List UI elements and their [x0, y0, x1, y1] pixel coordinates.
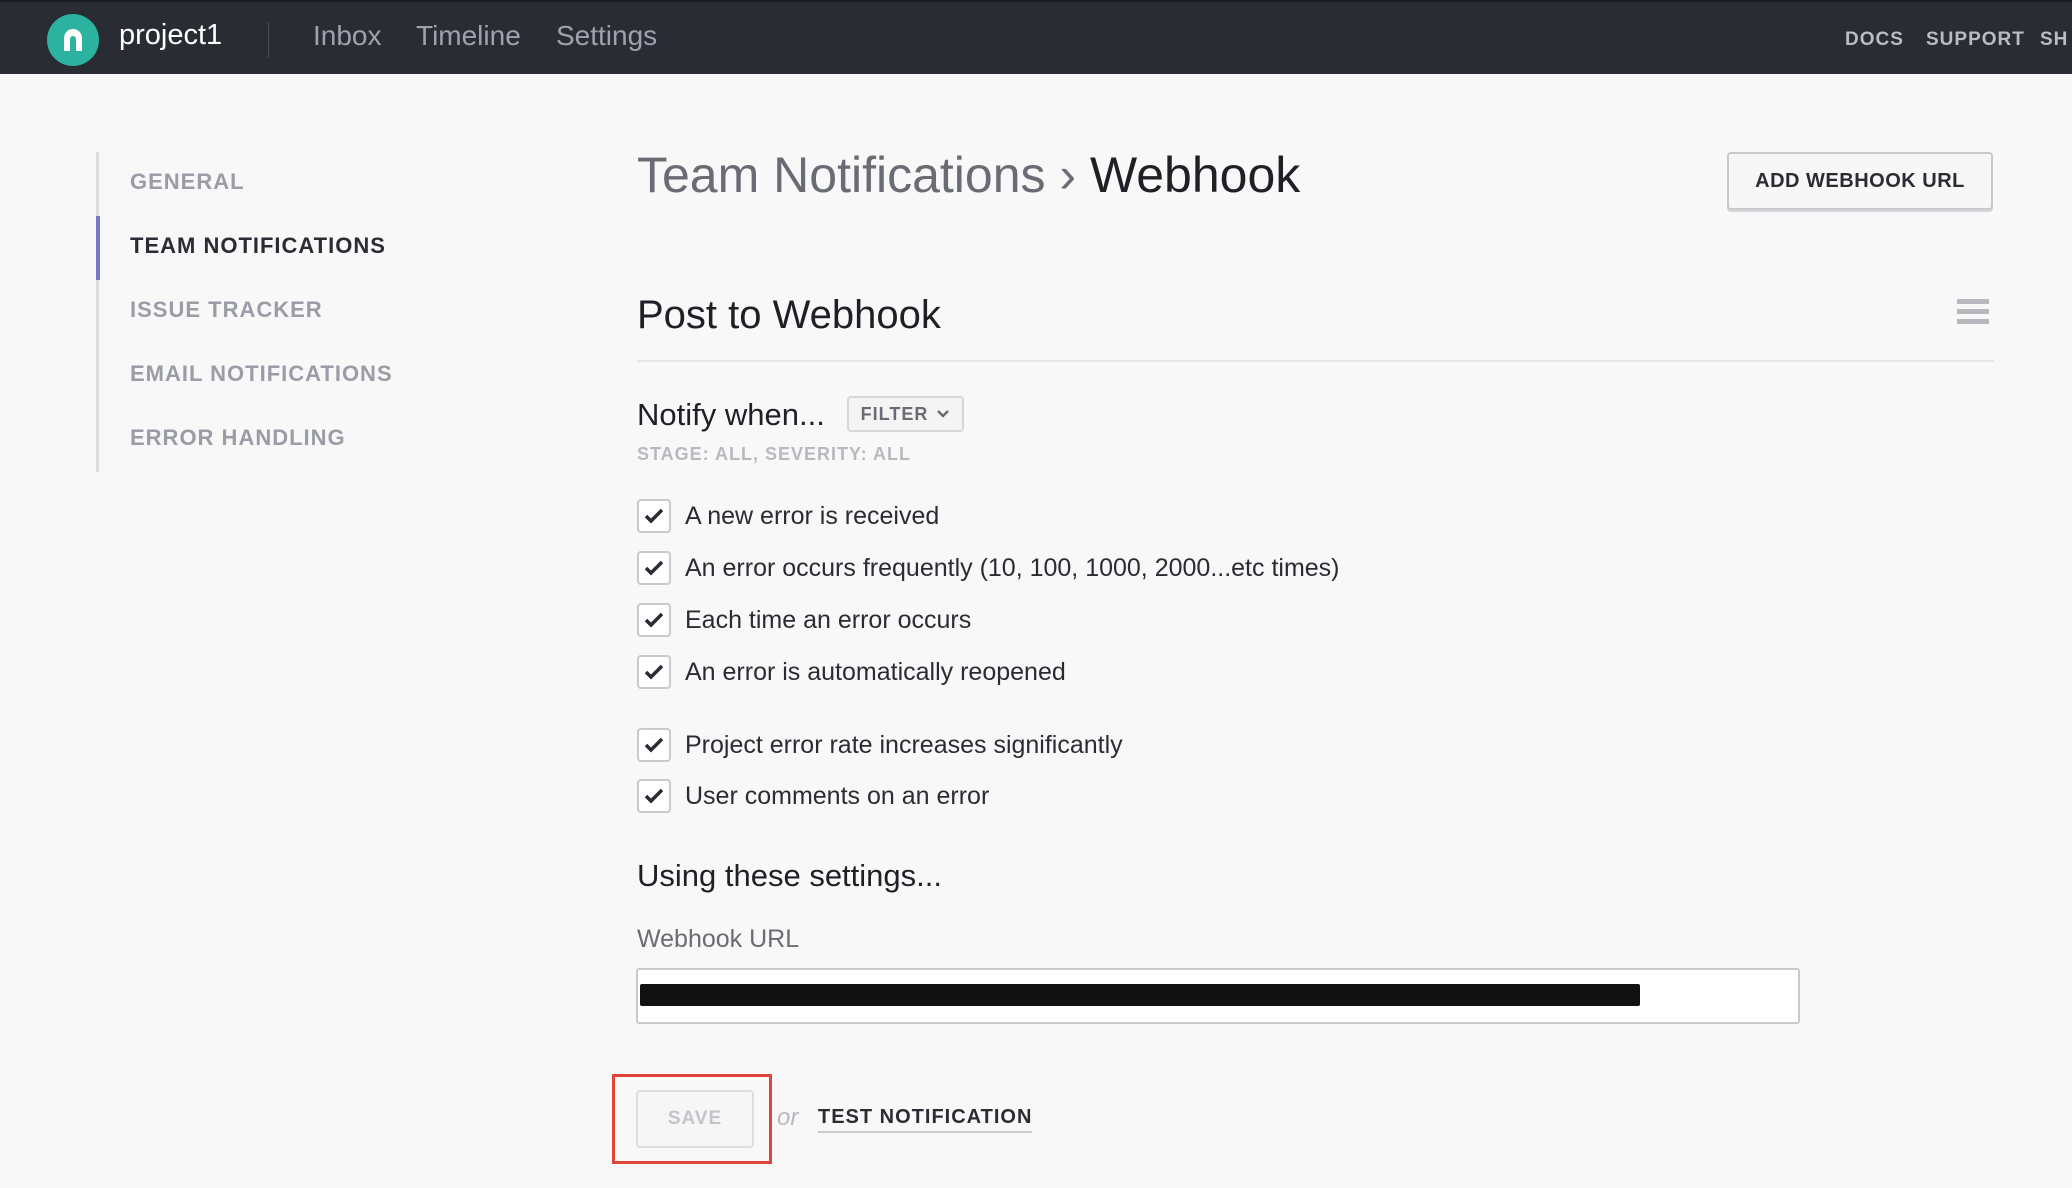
condition-row[interactable]: An error is automatically reopened: [637, 654, 1066, 690]
condition-row[interactable]: A new error is received: [637, 498, 939, 534]
breadcrumb-separator: ›: [1045, 147, 1090, 203]
condition-label: Each time an error occurs: [685, 605, 972, 634]
checkmark-icon: [644, 508, 664, 524]
notify-when-label: Notify when...: [637, 397, 825, 432]
add-webhook-url-button[interactable]: ADD WEBHOOK URL: [1727, 152, 1993, 210]
checkmark-icon: [644, 788, 664, 804]
condition-row[interactable]: Each time an error occurs: [637, 602, 971, 638]
condition-label: An error is automatically reopened: [685, 657, 1066, 686]
top-navigation-bar: project1 Inbox Timeline Settings DOCS SU…: [0, 0, 2072, 74]
docs-link[interactable]: DOCS: [1845, 29, 1904, 51]
checkbox[interactable]: [637, 655, 671, 689]
condition-label: User comments on an error: [685, 781, 990, 810]
checkmark-icon: [644, 664, 664, 680]
checkbox[interactable]: [637, 728, 671, 762]
sidebar-item-error-handling[interactable]: ERROR HANDLING: [130, 425, 346, 451]
filter-dropdown-button[interactable]: FILTER: [847, 396, 964, 432]
condition-row[interactable]: User comments on an error: [637, 778, 989, 814]
checkmark-icon: [644, 737, 664, 753]
checkbox[interactable]: [637, 499, 671, 533]
condition-label: An error occurs frequently (10, 100, 100…: [685, 553, 1340, 582]
logo-glyph-icon: [64, 29, 82, 51]
webhook-url-label: Webhook URL: [637, 925, 800, 953]
save-button[interactable]: SAVE: [636, 1090, 754, 1148]
truncated-top-link[interactable]: SH: [2040, 29, 2068, 51]
sidebar-item-team-notifications[interactable]: TEAM NOTIFICATIONS: [130, 233, 386, 259]
nav-timeline[interactable]: Timeline: [416, 20, 521, 52]
page-title: Team Notifications › Webhook: [637, 146, 1300, 204]
nav-settings[interactable]: Settings: [556, 20, 657, 52]
condition-row[interactable]: An error occurs frequently (10, 100, 100…: [637, 550, 1340, 586]
test-notification-link[interactable]: TEST NOTIFICATION: [818, 1106, 1033, 1133]
checkbox[interactable]: [637, 603, 671, 637]
sidebar-item-email-notifications[interactable]: EMAIL NOTIFICATIONS: [130, 361, 393, 387]
section-divider: [637, 360, 1994, 362]
settings-heading: Using these settings...: [637, 858, 942, 893]
nav-inbox[interactable]: Inbox: [313, 20, 382, 52]
sidebar-active-indicator: [96, 216, 100, 280]
nav-divider: [268, 22, 269, 58]
redacted-url-overlay: [640, 984, 1640, 1006]
support-link[interactable]: SUPPORT: [1926, 29, 2025, 51]
or-separator: or: [777, 1104, 799, 1131]
section-title: Post to Webhook: [637, 293, 941, 337]
checkmark-icon: [644, 560, 664, 576]
chevron-down-icon: [937, 410, 950, 418]
filter-summary: STAGE: ALL, SEVERITY: ALL: [637, 444, 911, 464]
condition-row[interactable]: Project error rate increases significant…: [637, 727, 1123, 763]
breadcrumb-parent[interactable]: Team Notifications: [637, 147, 1046, 203]
sidebar-item-general[interactable]: GENERAL: [130, 169, 245, 195]
checkbox[interactable]: [637, 551, 671, 585]
breadcrumb-current: Webhook: [1089, 147, 1301, 203]
sidebar-item-issue-tracker[interactable]: ISSUE TRACKER: [130, 297, 323, 323]
hamburger-menu-icon[interactable]: [1957, 299, 1989, 333]
condition-label: Project error rate increases significant…: [685, 730, 1123, 759]
checkbox[interactable]: [637, 779, 671, 813]
settings-sidebar: GENERAL TEAM NOTIFICATIONS ISSUE TRACKER…: [96, 152, 499, 472]
checkmark-icon: [644, 612, 664, 628]
project-logo-icon[interactable]: [47, 14, 99, 66]
filter-label: FILTER: [860, 403, 929, 424]
condition-label: A new error is received: [685, 501, 940, 530]
project-name[interactable]: project1: [119, 19, 222, 52]
